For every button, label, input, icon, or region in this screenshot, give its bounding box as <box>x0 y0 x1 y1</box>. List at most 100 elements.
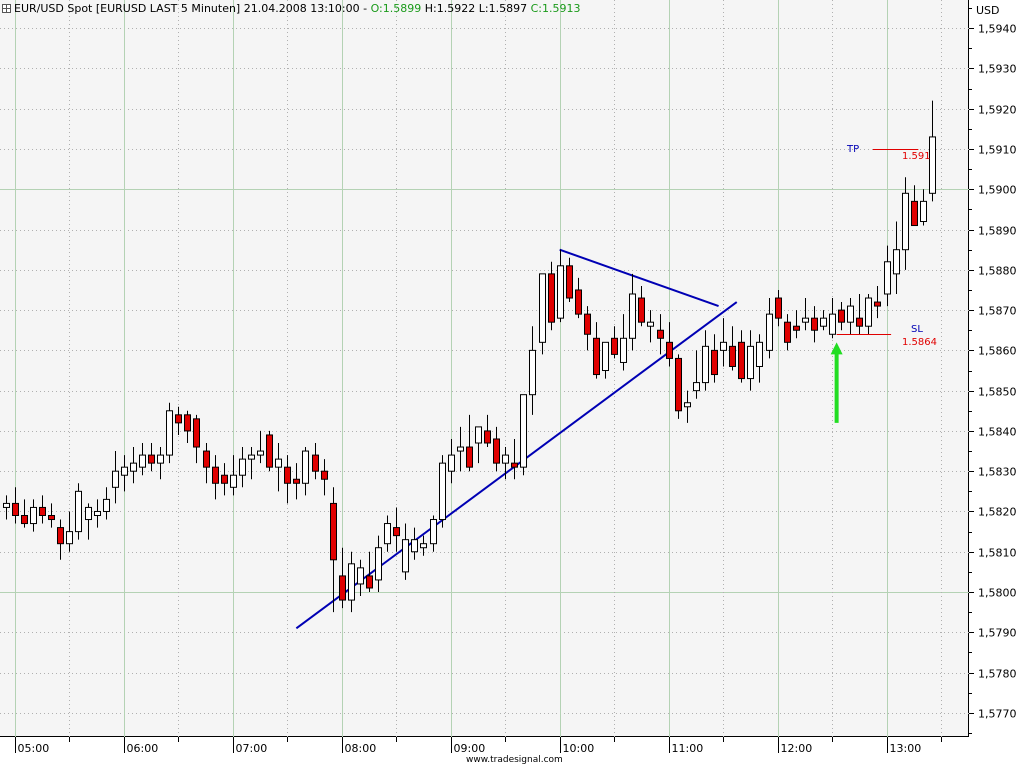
bull-candle[interactable] <box>375 535 382 593</box>
bull-candle[interactable] <box>302 447 309 496</box>
bull-candle[interactable] <box>620 314 627 371</box>
bear-candle[interactable] <box>838 302 845 331</box>
bull-candle[interactable] <box>94 499 101 528</box>
bear-candle[interactable] <box>548 261 555 331</box>
bear-candle[interactable] <box>566 257 573 303</box>
bear-candle[interactable] <box>212 455 219 500</box>
candlestick-chart[interactable]: 05:00 06:00 07:00 08:00 09:00 10:00 11:00 12:00… <box>0 0 1024 768</box>
bear-candle[interactable] <box>203 443 210 484</box>
bull-candle[interactable] <box>747 330 754 391</box>
bull-candle[interactable] <box>820 310 827 331</box>
bear-candle[interactable] <box>293 463 300 500</box>
bull-candle[interactable] <box>30 499 37 532</box>
bear-candle[interactable] <box>175 406 182 435</box>
bull-candle[interactable] <box>457 426 464 472</box>
bear-candle[interactable] <box>711 334 718 383</box>
bear-candle[interactable] <box>911 185 918 227</box>
bear-candle[interactable] <box>738 330 745 383</box>
bull-candle[interactable] <box>802 298 809 331</box>
bull-candle[interactable] <box>239 447 246 488</box>
bear-candle[interactable] <box>484 414 491 448</box>
bull-candle[interactable] <box>448 438 455 484</box>
bull-candle[interactable] <box>275 443 282 492</box>
bear-candle[interactable] <box>493 426 500 472</box>
bear-candle[interactable] <box>856 293 863 335</box>
bear-candle[interactable] <box>393 507 400 552</box>
bear-candle[interactable] <box>193 414 200 464</box>
bear-candle[interactable] <box>584 306 591 351</box>
bull-candle[interactable] <box>629 273 636 351</box>
bear-candle[interactable] <box>874 285 881 319</box>
bear-candle[interactable] <box>784 314 791 351</box>
bull-candle[interactable] <box>602 341 609 379</box>
bear-candle[interactable] <box>675 354 682 419</box>
bear-candle[interactable] <box>593 322 600 379</box>
bull-candle[interactable] <box>139 443 146 476</box>
bull-candle[interactable] <box>893 221 900 294</box>
bull-candle[interactable] <box>75 483 82 540</box>
bull-candle[interactable] <box>902 177 909 270</box>
bear-candle[interactable] <box>184 410 191 444</box>
bear-candle[interactable] <box>221 463 228 496</box>
bull-candle[interactable] <box>684 390 691 423</box>
bear-candle[interactable] <box>284 455 291 504</box>
bear-candle[interactable] <box>39 495 46 524</box>
bull-candle[interactable] <box>103 487 110 520</box>
bull-candle[interactable] <box>693 350 700 399</box>
bear-candle[interactable] <box>48 503 55 528</box>
bull-candle[interactable] <box>248 447 255 480</box>
bull-candle[interactable] <box>847 298 854 335</box>
bear-candle[interactable] <box>638 285 645 327</box>
bear-candle[interactable] <box>811 306 818 343</box>
bull-candle[interactable] <box>384 515 391 552</box>
bull-candle[interactable] <box>520 394 527 476</box>
bear-candle[interactable] <box>775 289 782 327</box>
bull-candle[interactable] <box>529 326 536 415</box>
bull-candle[interactable] <box>475 426 482 464</box>
bear-candle[interactable] <box>266 430 273 472</box>
bull-candle[interactable] <box>3 495 10 520</box>
bull-candle[interactable] <box>920 189 927 226</box>
bull-candle[interactable] <box>557 249 564 323</box>
bear-candle[interactable] <box>466 414 473 472</box>
bull-candle[interactable] <box>439 455 446 528</box>
bull-candle[interactable] <box>647 310 654 343</box>
bull-candle[interactable] <box>357 559 364 597</box>
bull-candle[interactable] <box>420 535 427 556</box>
bear-candle[interactable] <box>21 499 28 528</box>
bear-candle[interactable] <box>657 314 664 355</box>
bear-candle[interactable] <box>511 438 518 480</box>
bear-candle[interactable] <box>57 519 64 560</box>
bull-candle[interactable] <box>756 334 763 383</box>
bear-candle[interactable] <box>793 310 800 339</box>
bear-candle[interactable] <box>611 326 618 359</box>
bull-candle[interactable] <box>430 515 437 552</box>
bull-candle[interactable] <box>121 455 128 492</box>
bear-candle[interactable] <box>339 547 346 609</box>
bear-candle[interactable] <box>729 326 736 371</box>
bear-candle[interactable] <box>312 443 319 480</box>
bull-candle[interactable] <box>402 523 409 580</box>
bull-candle[interactable] <box>157 447 164 480</box>
bull-candle[interactable] <box>112 451 119 504</box>
bull-candle[interactable] <box>348 551 355 613</box>
bull-candle[interactable] <box>884 245 891 307</box>
bull-candle[interactable] <box>865 293 872 335</box>
bull-candle[interactable] <box>257 430 264 464</box>
bear-candle[interactable] <box>666 322 673 367</box>
bull-candle[interactable] <box>411 527 418 560</box>
bull-candle[interactable] <box>166 402 173 464</box>
bull-candle[interactable] <box>66 511 73 552</box>
bull-candle[interactable] <box>230 455 237 496</box>
bear-candle[interactable] <box>575 277 582 319</box>
bear-candle[interactable] <box>12 487 19 524</box>
bear-candle[interactable] <box>148 443 155 472</box>
bull-candle[interactable] <box>720 318 727 367</box>
bull-candle[interactable] <box>130 447 137 484</box>
bull-candle[interactable] <box>702 330 709 391</box>
bear-candle[interactable] <box>321 459 328 496</box>
bull-candle[interactable] <box>85 503 92 540</box>
bear-candle[interactable] <box>330 487 337 613</box>
crosshair-icon[interactable] <box>2 4 11 13</box>
bull-candle[interactable] <box>539 273 546 355</box>
